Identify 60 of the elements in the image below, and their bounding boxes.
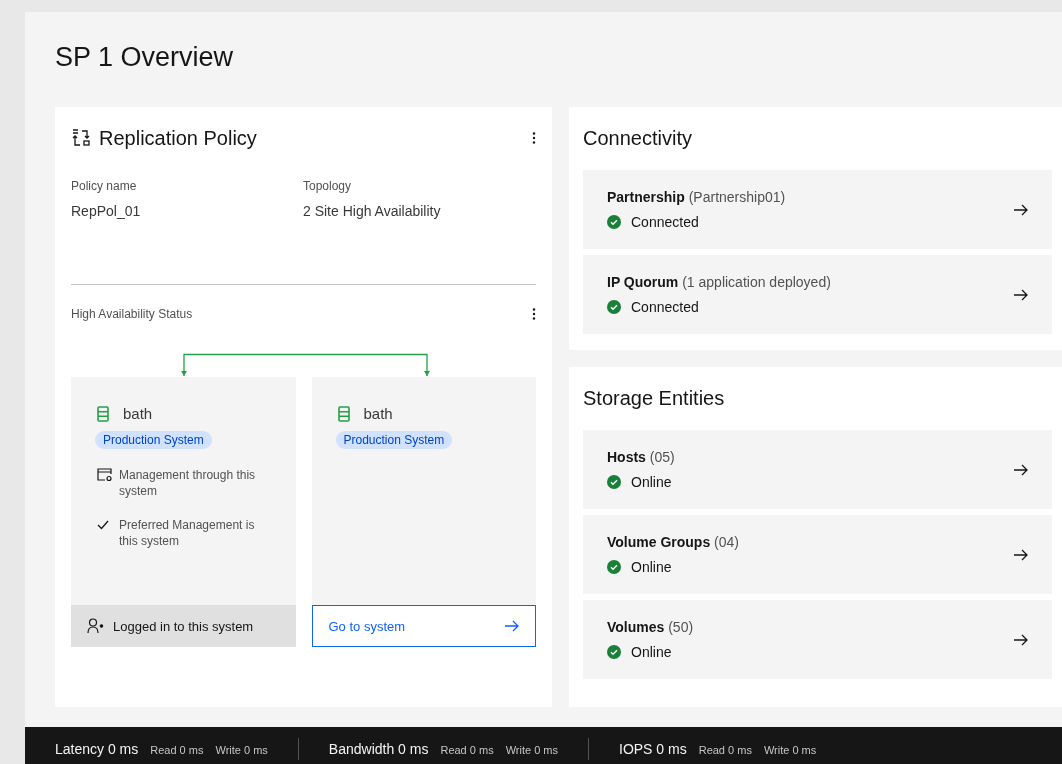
- entity-name: Volume Groups (04): [607, 534, 740, 550]
- field-value: RepPol_01: [71, 203, 142, 219]
- arrow-right-icon: [1014, 633, 1028, 646]
- note-text: Management through this system: [119, 467, 257, 499]
- arrow-right-icon: [505, 620, 519, 632]
- note-text: Preferred Management is this system: [119, 517, 256, 549]
- arrow-right-icon: [1014, 463, 1028, 476]
- entity-row[interactable]: IP Quorum (1 application deployed) Connected: [583, 255, 1052, 334]
- metric-write: Write 0 ms: [215, 743, 268, 758]
- metric-read: Read 0 ms: [440, 743, 494, 758]
- field-value: 2 Site High Availability: [303, 203, 442, 219]
- server-icon: [337, 405, 350, 422]
- status-text: Online: [631, 644, 672, 660]
- check-circle-icon: [607, 560, 621, 574]
- window-gear-icon: [97, 468, 113, 482]
- status-text: Online: [631, 474, 672, 490]
- overflow-menu-icon[interactable]: [532, 308, 536, 320]
- system-name: bath: [363, 405, 393, 422]
- production-tag: Production System: [335, 431, 453, 449]
- metric-write: Write 0 ms: [763, 743, 817, 758]
- metric-label: Latency 0 ms: [55, 740, 139, 759]
- metric-label: Bandwidth 0 ms: [328, 740, 429, 759]
- arrow-right-icon: [1014, 288, 1028, 301]
- field-label: Topology: [303, 179, 353, 193]
- card-title: Replication Policy: [99, 126, 258, 150]
- checkmark-icon: [97, 520, 109, 530]
- card-title: Connectivity: [583, 126, 693, 151]
- entity-name: Partnership (Partnership01): [607, 189, 787, 205]
- status-text: Connected: [631, 214, 699, 230]
- arrow-right-icon: [1014, 203, 1028, 216]
- card-title: Storage Entities: [583, 386, 726, 411]
- user-icon: [87, 618, 105, 634]
- logged-in-status: Logged in to this system: [71, 605, 296, 647]
- metric-read: Read 0 ms: [150, 743, 204, 758]
- check-circle-icon: [607, 645, 621, 659]
- entity-name: Volumes (50): [607, 619, 695, 635]
- entity-row[interactable]: Volumes (50) Online: [583, 600, 1052, 679]
- status-text: Connected: [631, 299, 699, 315]
- entity-name: Hosts (05): [607, 449, 676, 465]
- page-title: SP 1 Overview: [54, 41, 235, 74]
- arrow-right-icon: [1014, 548, 1028, 561]
- check-circle-icon: [607, 475, 621, 489]
- field-label: Policy name: [71, 179, 138, 193]
- overflow-menu-icon[interactable]: [532, 132, 536, 144]
- entity-row[interactable]: Partnership (Partnership01) Connected: [583, 170, 1052, 249]
- replication-icon: [71, 129, 91, 147]
- metric-write: Write 0 ms: [505, 743, 558, 758]
- entity-row[interactable]: Hosts (05) Online: [583, 430, 1052, 509]
- server-icon: [97, 405, 109, 422]
- entity-row[interactable]: Volume Groups (04) Online: [583, 515, 1052, 594]
- metric-read: Read 0 ms: [698, 743, 752, 758]
- entity-name: IP Quorum (1 application deployed): [607, 274, 832, 290]
- section-title: High Availability Status: [71, 307, 193, 321]
- check-circle-icon: [607, 300, 621, 314]
- go-to-system-button[interactable]: Go to system: [311, 605, 536, 647]
- production-tag: Production System: [95, 431, 212, 449]
- check-circle-icon: [607, 215, 621, 229]
- metric-label: IOPS 0 ms: [619, 740, 687, 759]
- system-name: bath: [123, 405, 153, 422]
- status-text: Online: [631, 559, 672, 575]
